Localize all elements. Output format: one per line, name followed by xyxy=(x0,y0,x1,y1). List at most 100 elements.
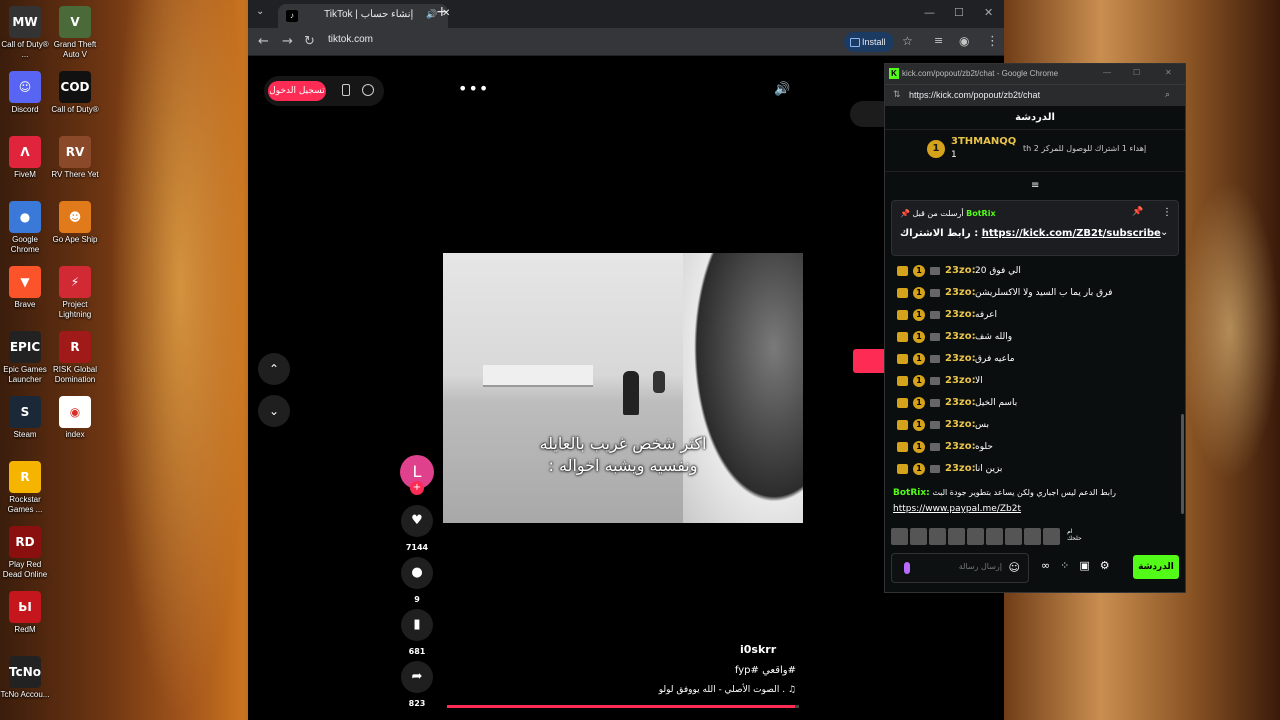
login-button[interactable]: تسجيل الدخول xyxy=(268,81,326,101)
chat-username[interactable]: 23zo: xyxy=(945,287,976,298)
emote[interactable] xyxy=(891,528,908,545)
chat-username[interactable]: 23zo: xyxy=(945,397,976,408)
reload-icon[interactable]: ↻ xyxy=(304,34,315,49)
emote[interactable] xyxy=(986,528,1003,545)
emote[interactable] xyxy=(967,528,984,545)
desktop-icon[interactable]: MW Call of Duty® ... xyxy=(0,6,50,60)
emote-more[interactable]: ام حلحك xyxy=(1067,528,1087,542)
desktop-icon[interactable]: ● Google Chrome xyxy=(0,201,50,255)
desktop-icon[interactable]: ◉ index xyxy=(50,396,100,440)
desktop-icon[interactable]: RD Play Red Dead Online xyxy=(0,526,50,580)
heart-icon[interactable]: ♥ xyxy=(401,505,433,537)
emote[interactable] xyxy=(929,528,946,545)
compass-icon[interactable] xyxy=(362,84,374,96)
share-action[interactable]: ➦ 823 xyxy=(400,661,434,708)
pinned-bot-name[interactable]: BotRix xyxy=(966,209,995,218)
desktop-icon[interactable]: RV RV There Yet xyxy=(50,136,100,180)
phone-icon[interactable] xyxy=(342,84,350,96)
comment-action[interactable]: ● 9 xyxy=(400,557,434,604)
chat-input-box[interactable]: ☺ xyxy=(891,553,1029,583)
maximize-button[interactable]: ☐ xyxy=(954,6,964,19)
zoom-icon[interactable]: ⌕ xyxy=(1165,89,1170,100)
next-video-button[interactable]: ⌄ xyxy=(258,395,290,427)
address-bar[interactable]: tiktok.com xyxy=(328,34,373,45)
follow-plus-button[interactable]: + xyxy=(410,481,424,495)
filter-icon[interactable]: ≡ xyxy=(1031,180,1039,191)
kick-close-button[interactable]: ✕ xyxy=(1165,68,1172,77)
desktop-icon[interactable]: ☻ Go Ape Ship xyxy=(50,201,100,245)
emote[interactable] xyxy=(910,528,927,545)
new-tab-button[interactable]: + xyxy=(436,4,448,20)
media-controls-icon[interactable]: ≡ xyxy=(934,34,943,47)
desktop-icon[interactable]: ⚡ Project Lightning xyxy=(50,266,100,320)
tab-search-dropdown-icon[interactable]: ⌄ xyxy=(256,6,264,17)
infinity-icon[interactable]: ∞ xyxy=(1041,559,1050,572)
previous-video-button[interactable]: ⌃ xyxy=(258,353,290,385)
pinned-menu-icon[interactable]: ⋮ xyxy=(1162,207,1172,218)
desktop-icon[interactable]: COD Call of Duty® xyxy=(50,71,100,115)
chat-input[interactable] xyxy=(918,562,1002,571)
tab-tiktok[interactable]: ♪ TikTok | إنشاء حساب 🔊 ✕ xyxy=(278,4,450,28)
speaker-icon[interactable]: 🔊 xyxy=(774,82,790,97)
desktop-icon[interactable]: EPIC Epic Games Launcher xyxy=(0,331,50,385)
video-player[interactable]: اكثر شخص غريب بالعايله ونفسيه ويشبه اخوا… xyxy=(443,253,803,523)
desktop-icon[interactable]: ЬΙ RedM xyxy=(0,591,50,635)
bot-message-link[interactable]: https://www.paypal.me/Zb2t xyxy=(893,504,1179,514)
save-action[interactable]: ▮ 681 xyxy=(400,609,434,656)
music-label[interactable]: ♫ . الصوت الأصلي - الله يووفق لولو xyxy=(659,685,796,695)
emote[interactable] xyxy=(1043,528,1060,545)
chat-username[interactable]: 23zo: xyxy=(945,265,976,276)
chat-username[interactable]: 23zo: xyxy=(945,463,976,474)
minimize-button[interactable]: — xyxy=(924,6,935,19)
mic-icon[interactable] xyxy=(904,562,910,574)
desktop-icon[interactable]: ☺ Discord xyxy=(0,71,50,115)
kick-maximize-button[interactable]: ☐ xyxy=(1133,68,1140,77)
goal-leader-name[interactable]: 3THMANQQ xyxy=(951,136,1016,147)
menu-kebab-icon[interactable]: ⋮ xyxy=(986,34,999,49)
pin-icon[interactable]: 📌 xyxy=(1132,207,1143,217)
predictions-icon[interactable]: ⁘ xyxy=(1060,559,1069,572)
video-progress-bar[interactable] xyxy=(447,705,799,708)
back-arrow-icon[interactable]: ← xyxy=(258,34,269,49)
site-info-icon[interactable]: ⇅ xyxy=(893,89,901,100)
video-building xyxy=(483,365,593,387)
chat-username[interactable]: 23zo: xyxy=(945,309,976,320)
emote[interactable] xyxy=(1005,528,1022,545)
emote[interactable] xyxy=(948,528,965,545)
kick-address-bar[interactable]: ⇅ https://kick.com/popout/zb2t/chat ⌕ xyxy=(885,84,1185,106)
chat-username[interactable]: 23zo: xyxy=(945,441,976,452)
desktop-icon[interactable]: R Rockstar Games ... xyxy=(0,461,50,515)
profile-icon[interactable]: ◉ xyxy=(959,34,969,48)
desktop-icon[interactable]: Λ FiveM xyxy=(0,136,50,180)
chat-username[interactable]: 23zo: xyxy=(945,419,976,430)
like-action[interactable]: ♥ 7144 xyxy=(400,505,434,552)
desktop-icon[interactable]: TcNo TcNo Accou... xyxy=(0,656,50,700)
gift-icon[interactable]: ▣ xyxy=(1079,559,1089,572)
chat-username[interactable]: 23zo: xyxy=(945,375,976,386)
kick-minimize-button[interactable]: — xyxy=(1103,68,1111,77)
close-window-button[interactable]: ✕ xyxy=(984,6,993,19)
pinned-expand-chevron-icon[interactable]: ⌄ xyxy=(1160,227,1168,238)
bookmark-star-icon[interactable]: ☆ xyxy=(902,34,913,48)
pinned-subscribe-link[interactable]: https://kick.com/ZB2t/subscribe xyxy=(982,228,1161,239)
forward-arrow-icon[interactable]: → xyxy=(282,34,293,49)
bot-message-user[interactable]: BotRix: xyxy=(893,488,930,498)
desktop-icon[interactable]: S Steam xyxy=(0,396,50,440)
emote[interactable] xyxy=(1024,528,1041,545)
chat-scrollbar[interactable] xyxy=(1181,414,1184,514)
share-icon[interactable]: ➦ xyxy=(401,661,433,693)
chat-send-button[interactable]: الدردشة xyxy=(1133,555,1179,579)
emoji-icon[interactable]: ☺ xyxy=(1009,561,1020,574)
desktop-icon[interactable]: V Grand Theft Auto V xyxy=(50,6,100,60)
comment-icon[interactable]: ● xyxy=(401,557,433,589)
author-name[interactable]: i0skrr xyxy=(740,643,776,656)
desktop-icon[interactable]: R RISK Global Domination xyxy=(50,331,100,385)
chat-username[interactable]: 23zo: xyxy=(945,331,976,342)
bookmark-icon[interactable]: ▮ xyxy=(401,609,433,641)
desktop-icon[interactable]: ▼ Brave xyxy=(0,266,50,310)
install-app-button[interactable]: Install xyxy=(844,32,894,52)
settings-gear-icon[interactable]: ⚙ xyxy=(1100,559,1110,572)
more-options-icon[interactable]: ••• xyxy=(458,79,489,98)
side-pink-tab[interactable] xyxy=(853,349,885,373)
chat-username[interactable]: 23zo: xyxy=(945,353,976,364)
